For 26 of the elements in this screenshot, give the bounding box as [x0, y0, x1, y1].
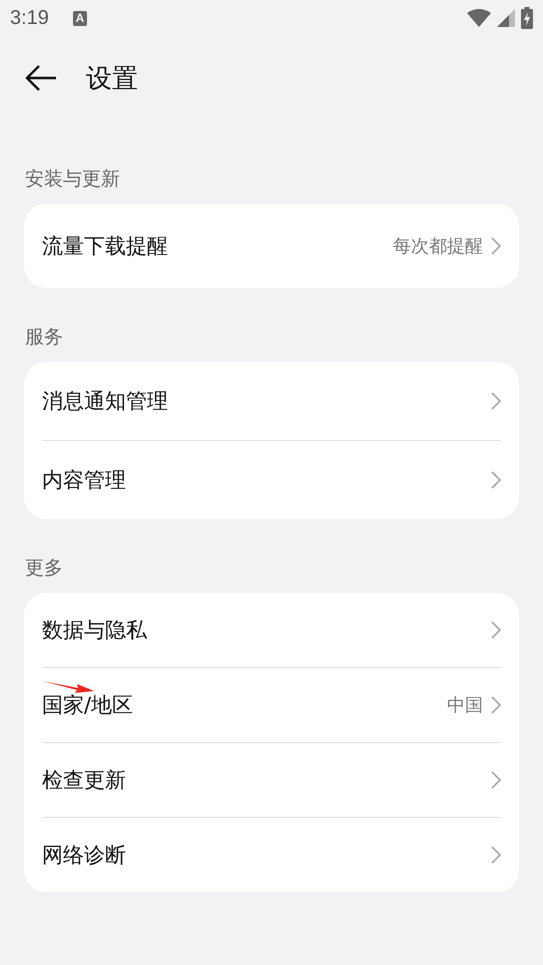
- section-label: 安装与更新: [24, 167, 121, 192]
- battery-icon: [521, 7, 533, 29]
- setting-value: 中国: [447, 694, 483, 717]
- chevron-icon: [491, 392, 501, 410]
- setting-label[interactable]: 流量下载提醒: [42, 232, 393, 260]
- setting-label[interactable]: 国家/地区: [42, 691, 447, 719]
- chevron-icon: [491, 471, 501, 489]
- setting-label[interactable]: 网络诊断: [42, 841, 491, 869]
- setting-label[interactable]: 内容管理: [42, 466, 491, 494]
- setting-label[interactable]: 数据与隐私: [42, 616, 491, 644]
- setting-label[interactable]: 消息通知管理: [42, 387, 491, 415]
- page-title: 设置: [86, 62, 138, 96]
- signal-icon: [497, 9, 515, 27]
- chevron-icon: [491, 846, 501, 864]
- chevron-icon: [491, 237, 501, 255]
- setting-label[interactable]: 检查更新: [42, 766, 491, 794]
- setting-value: 每次都提醒: [393, 235, 483, 258]
- back-icon[interactable]: [24, 63, 58, 93]
- section-label: 更多: [24, 556, 64, 581]
- chevron-icon: [491, 771, 501, 789]
- wifi-icon: [467, 9, 491, 27]
- status-time: 3:19: [10, 6, 49, 30]
- chevron-icon: [491, 696, 501, 714]
- notification-icon: A: [72, 10, 87, 26]
- section-label: 服务: [24, 325, 64, 350]
- chevron-icon: [491, 621, 501, 639]
